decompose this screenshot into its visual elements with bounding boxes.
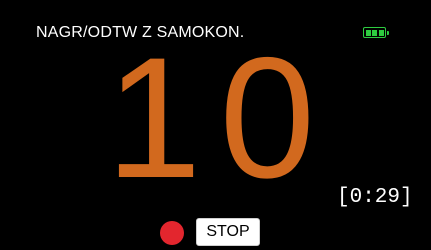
camera-screen: NAGR/ODTW Z SAMOKON. 10 [0:29] STOP [0,0,431,250]
stop-button[interactable]: STOP [196,218,260,246]
record-dot-icon [160,221,184,245]
remaining-time: [0:29] [337,186,413,209]
countdown-number: 10 [105,22,334,214]
